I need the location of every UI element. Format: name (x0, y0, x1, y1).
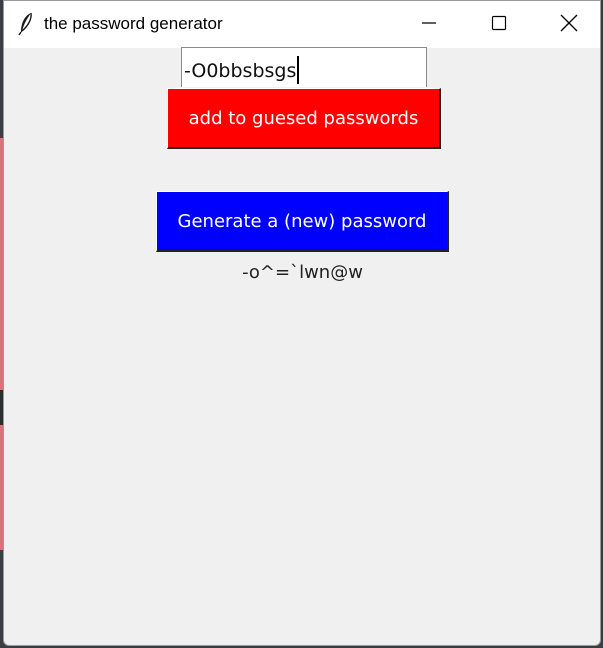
password-input[interactable]: -O0bbsbsgs (181, 47, 427, 87)
close-icon (560, 14, 578, 36)
maximize-button[interactable] (464, 1, 534, 48)
add-to-guessed-button[interactable]: add to guesed passwords (167, 88, 441, 149)
close-button[interactable] (534, 1, 600, 48)
generated-password-label: -o^=`lwn@w (242, 262, 363, 283)
text-caret (297, 56, 300, 84)
feather-icon (18, 12, 34, 36)
generate-password-button[interactable]: Generate a (new) password (156, 191, 449, 252)
password-input-value: -O0bbsbsgs (184, 60, 297, 82)
title-bar[interactable]: the password generator (4, 1, 600, 48)
window-title: the password generator (44, 14, 223, 33)
app-window: the password generator -O0bbsbsgs add to… (3, 0, 601, 646)
minimize-button[interactable] (394, 1, 464, 48)
minimize-icon (421, 15, 437, 35)
maximize-icon (491, 15, 507, 35)
